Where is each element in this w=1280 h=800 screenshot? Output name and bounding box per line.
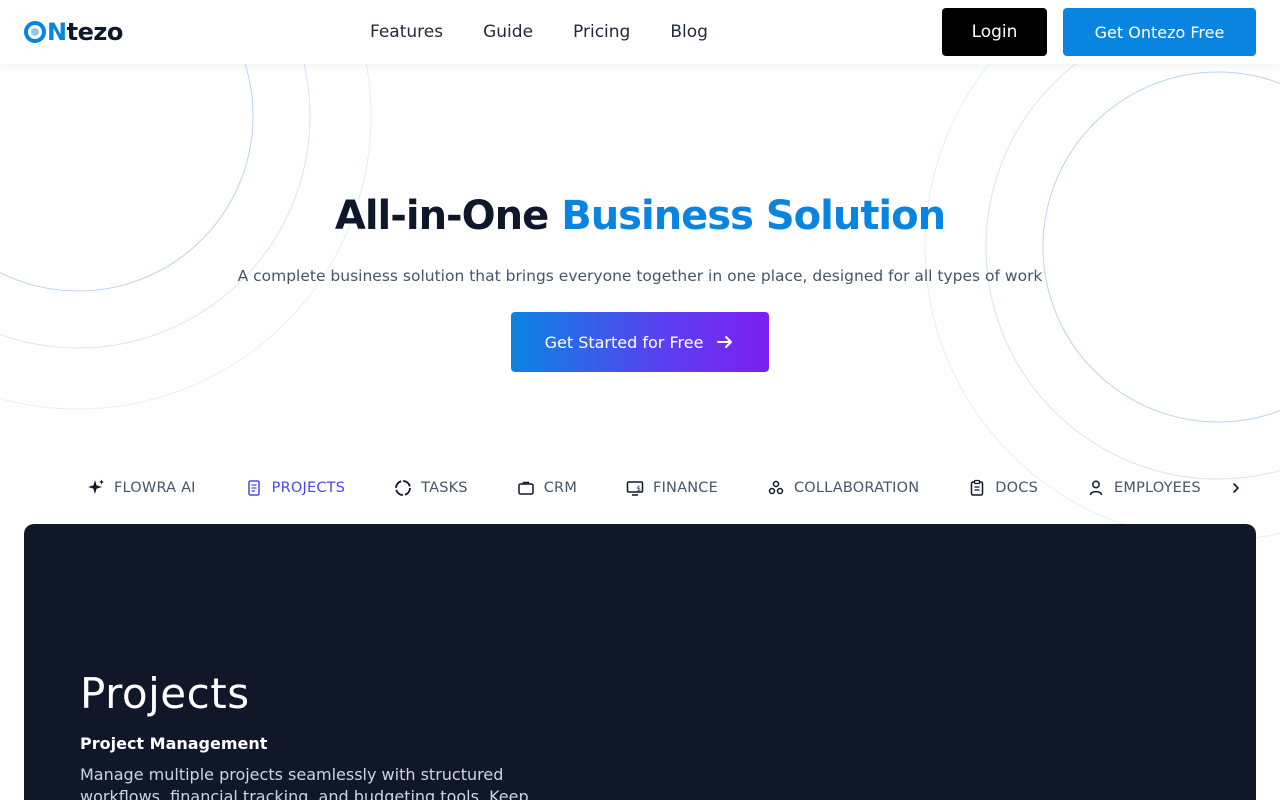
tab-label: COLLABORATION [793,480,920,496]
panel-description: Manage multiple projects seamlessly with… [80,765,529,800]
tab-employees[interactable]: EMPLOYEES [1086,476,1201,500]
hero-subtitle: A complete business solution that brings… [237,267,1043,285]
monitor-dollar-icon: $ [625,478,645,498]
team-icon [766,478,786,498]
tab-label: CRM [543,480,578,496]
logo-text: tezo [66,18,124,46]
main-nav: Features Guide Pricing Blog [370,20,748,44]
tab-projects[interactable]: PROJECTS [244,476,345,500]
svg-text:$: $ [637,485,642,493]
tab-label: TASKS [421,480,468,496]
hero-title: All-in-One Business Solution [0,192,1280,240]
panel-subtitle: Project Management [80,734,268,753]
tab-label: EMPLOYEES [1114,480,1201,496]
nav-blog[interactable]: Blog [670,20,708,44]
login-button[interactable]: Login [942,8,1047,56]
tab-crm[interactable]: CRM [516,476,577,500]
briefcase-icon [516,478,536,498]
clipboard-icon [967,478,987,498]
tab-flowra-ai[interactable]: FLOWRA AI [86,476,196,500]
nav-guide[interactable]: Guide [483,20,533,44]
tab-label: FLOWRA AI [114,480,196,496]
user-icon [1086,478,1106,498]
get-ontezo-free-button[interactable]: Get Ontezo Free [1063,8,1256,56]
feature-panel: Projects Project Management Manage multi… [24,524,1256,800]
chevron-right-icon [1233,483,1239,493]
tab-label: DOCS [995,480,1038,496]
hero-title-accent: Business Solution [561,193,946,239]
feature-tabs: FLOWRA AI PROJECTS TASKS CRM $ FINANCE C… [86,476,1249,500]
get-started-label: Get Started for Free [544,332,704,352]
nav-features[interactable]: Features [370,20,443,44]
sparkle-icon [86,478,106,498]
logo-o-icon [24,21,46,43]
landing-page: N tezo Features Guide Pricing Blog Login… [0,0,1280,800]
tab-label: FINANCE [653,480,718,496]
tab-tasks[interactable]: TASKS [393,476,468,500]
tab-label: PROJECTS [271,480,346,496]
tabs-next-button[interactable] [1226,478,1246,498]
document-icon [244,478,264,498]
loader-circle-icon [393,478,413,498]
hero-title-part1: All-in-One [334,193,562,239]
logo-n: N [47,18,67,46]
tab-finance[interactable]: $ FINANCE [625,476,718,500]
top-navbar: N tezo Features Guide Pricing Blog Login… [0,0,1280,64]
tab-collaboration[interactable]: COLLABORATION [766,476,919,500]
nav-pricing[interactable]: Pricing [573,20,630,44]
arrow-right-icon [717,336,733,348]
ontezo-logo[interactable]: N tezo [24,18,124,46]
panel-title: Projects [80,669,250,718]
tab-docs[interactable]: DOCS [967,476,1038,500]
get-started-free-button[interactable]: Get Started for Free [511,312,769,372]
